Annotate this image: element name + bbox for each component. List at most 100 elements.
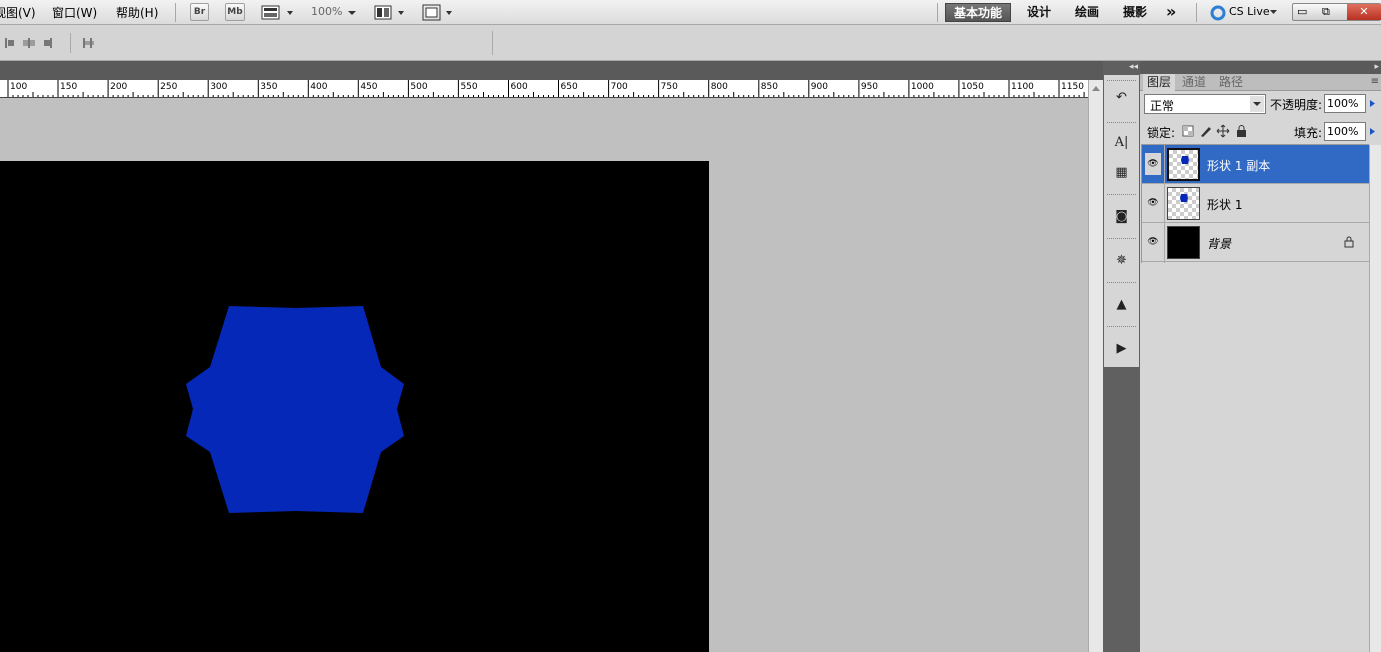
layer-thumbnail <box>1167 187 1200 220</box>
options-bar <box>0 25 1381 61</box>
ruler-label: 750 <box>660 82 678 92</box>
workspace-essentials-button[interactable]: 基本功能 <box>945 3 1011 22</box>
cs-live-label: CS Live <box>1229 5 1270 18</box>
blend-mode-select[interactable]: 正常 <box>1144 94 1266 114</box>
vertical-scrollbar[interactable] <box>1088 80 1103 652</box>
bridge-button[interactable]: Br <box>190 3 209 21</box>
document-tab-strip <box>0 61 1103 80</box>
distribute-icon <box>83 38 94 48</box>
horizontal-ruler: 100 150 200 250 300 350 400 450 500 550 600 650 700 7… <box>0 80 1088 98</box>
lock-transparent-icon <box>1182 125 1194 137</box>
eye-icon[interactable]: 👁 <box>1145 192 1161 214</box>
arrange-icon <box>374 5 404 20</box>
grip <box>1107 326 1136 328</box>
more-workspaces-button[interactable]: » <box>1166 3 1176 22</box>
character-icon[interactable]: A| <box>1111 134 1132 152</box>
lock-options <box>1182 124 1246 138</box>
ruler-label: 150 <box>60 82 78 92</box>
fill-slider-arrow-icon[interactable] <box>1367 122 1379 141</box>
panel-header: ▸ <box>1140 61 1381 74</box>
actions-play-icon[interactable]: ▶ <box>1111 340 1132 358</box>
tab-channels[interactable]: 通道 <box>1178 74 1210 91</box>
panel-tabs: ≡ <box>1140 74 1381 91</box>
lock-label: 锁定: <box>1147 126 1176 140</box>
opacity-input[interactable]: 100% <box>1324 94 1366 113</box>
tab-layers[interactable]: 图层 <box>1143 74 1176 91</box>
menu-window[interactable]: 窗口(W) <box>52 4 97 21</box>
layers-scrollbar[interactable] <box>1369 145 1381 652</box>
cs-live-icon <box>1210 5 1226 21</box>
document-canvas[interactable] <box>0 161 709 652</box>
eye-icon[interactable]: 👁 <box>1145 153 1161 175</box>
navigator-icon[interactable]: ✵ <box>1111 252 1132 270</box>
workspace-photography-button[interactable]: 摄影 <box>1123 3 1147 22</box>
lock-icon <box>1344 236 1354 248</box>
view-extras-button[interactable] <box>261 4 297 21</box>
layer-name: 形状 1 <box>1207 198 1243 212</box>
restore-icon[interactable]: ⧉ <box>1322 5 1330 19</box>
ruler-label: 850 <box>760 82 778 92</box>
ruler-label: 1050 <box>960 82 984 92</box>
lock-paint-icon <box>1201 127 1211 137</box>
menu-view[interactable]: 视图(V) <box>0 4 36 21</box>
ruler-label: 1100 <box>1011 82 1034 92</box>
ruler-label: 250 <box>160 82 178 92</box>
separator <box>70 33 71 53</box>
scroll-up-icon[interactable] <box>1090 84 1102 94</box>
ruler-label: 700 <box>610 82 628 92</box>
ruler-label: 1000 <box>910 82 934 92</box>
ruler-label: 600 <box>510 82 528 92</box>
panel-menu-icon[interactable]: ≡ <box>1371 76 1379 87</box>
divider <box>1141 145 1142 263</box>
masks-icon[interactable]: ◙ <box>1111 208 1132 226</box>
ruler-label: 650 <box>560 82 578 92</box>
eye-icon[interactable]: 👁 <box>1145 231 1161 253</box>
align-icons <box>5 38 52 48</box>
fill-label: 填充: <box>1294 126 1323 140</box>
chevron-down-icon <box>1250 96 1264 112</box>
separator <box>937 3 938 22</box>
grip <box>1107 80 1136 82</box>
menu-help[interactable]: 帮助(H) <box>116 4 158 21</box>
separator <box>1196 3 1197 22</box>
opacity-slider-arrow-icon[interactable] <box>1367 94 1379 113</box>
screen-mode-button[interactable] <box>422 4 458 21</box>
arrange-documents-button[interactable] <box>374 4 410 21</box>
separator <box>175 3 176 22</box>
ruler-label: 900 <box>810 82 828 92</box>
grip <box>1107 194 1136 196</box>
history-icon[interactable]: ↶ <box>1111 89 1132 107</box>
chevron-down-icon <box>348 11 356 15</box>
workspace-design-button[interactable]: 设计 <box>1027 3 1051 22</box>
lock-move-icon <box>1216 124 1230 138</box>
mini-bridge-button[interactable]: Mb <box>225 3 245 21</box>
close-icon[interactable]: ✕ <box>1347 4 1381 20</box>
chevron-down-icon <box>1270 10 1277 14</box>
minimize-icon[interactable]: ▭ <box>1297 5 1307 18</box>
ruler-label: 450 <box>360 82 378 92</box>
swatches-icon[interactable]: ▦ <box>1111 164 1132 182</box>
grip <box>1107 238 1136 240</box>
cs-live-button[interactable]: CS Live <box>1208 3 1282 22</box>
layer-name: 背景 <box>1207 237 1232 251</box>
divider <box>1164 145 1165 263</box>
zoom-dropdown[interactable]: 100% <box>304 4 362 21</box>
histogram-icon[interactable]: ▲ <box>1111 296 1132 314</box>
workspace-painting-button[interactable]: 绘画 <box>1075 3 1099 22</box>
tab-paths[interactable]: 路径 <box>1215 74 1247 91</box>
layer-thumbnail <box>1167 226 1200 259</box>
layer-row-background[interactable]: 👁 背景 <box>1141 223 1369 262</box>
hexagon-shape[interactable] <box>0 161 709 652</box>
ruler-label: 200 <box>110 82 128 92</box>
blend-mode-value: 正常 <box>1150 99 1175 113</box>
layer-thumbnail <box>1167 148 1200 181</box>
layer-row-shape-1-copy[interactable]: 👁 形状 1 副本 <box>1141 145 1369 184</box>
fill-input[interactable]: 100% <box>1324 122 1366 141</box>
expand-icon[interactable]: ▸ <box>1374 61 1379 74</box>
layer-row-shape-1[interactable]: 👁 形状 1 <box>1141 184 1369 223</box>
ruler-label: 1150 <box>1061 82 1084 92</box>
lock-all-icon <box>1237 125 1246 137</box>
film-strip-icon <box>261 5 293 20</box>
ruler-label: 550 <box>460 82 478 92</box>
collapse-icon[interactable]: ◂◂ <box>1129 61 1138 74</box>
